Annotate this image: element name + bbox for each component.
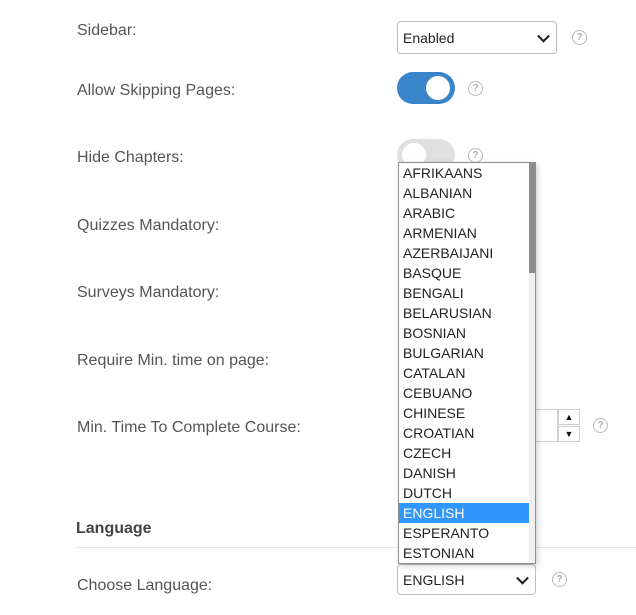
help-icon[interactable]: ?: [593, 418, 608, 433]
language-option[interactable]: CHINESE: [399, 403, 529, 423]
language-options: AFRIKAANS ALBANIAN ARABIC ARMENIAN AZERBAIJA…: [399, 163, 529, 563]
language-option[interactable]: AFRIKAANS: [399, 163, 529, 183]
language-option[interactable]: ESTONIAN: [399, 543, 529, 563]
language-option[interactable]: BENGALI: [399, 283, 529, 303]
quizzes-mandatory-label: Quizzes Mandatory:: [77, 217, 220, 234]
surveys-mandatory-label: Surveys Mandatory:: [77, 284, 220, 301]
language-option[interactable]: CZECH: [399, 443, 529, 463]
sidebar-select-value: Enabled: [403, 29, 455, 46]
hide-chapters-label: Hide Chapters:: [77, 149, 184, 166]
help-icon[interactable]: ?: [468, 148, 483, 163]
course-settings-page: Sidebar: Enabled ? Allow Skipping Pages:…: [0, 0, 636, 615]
language-option[interactable]: BELARUSIAN: [399, 303, 529, 323]
language-option[interactable]: DUTCH: [399, 483, 529, 503]
min-time-to-complete-label: Min. Time To Complete Course:: [77, 419, 301, 436]
allow-skipping-pages-toggle[interactable]: [397, 72, 455, 104]
sidebar-select[interactable]: Enabled: [397, 21, 557, 54]
help-icon[interactable]: ?: [552, 572, 567, 587]
allow-skipping-pages-label: Allow Skipping Pages:: [77, 82, 236, 99]
language-dropdown-list[interactable]: AFRIKAANS ALBANIAN ARABIC ARMENIAN AZERBAIJA…: [398, 162, 536, 564]
language-option[interactable]: CROATIAN: [399, 423, 529, 443]
language-option[interactable]: ENGLISH: [399, 503, 529, 523]
language-option[interactable]: BOSNIAN: [399, 323, 529, 343]
toggle-knob: [426, 76, 450, 100]
help-icon[interactable]: ?: [572, 30, 587, 45]
choose-language-label: Choose Language:: [77, 577, 213, 594]
section-divider: [76, 547, 636, 548]
language-section-title: Language: [76, 520, 152, 537]
chevron-down-icon: [537, 29, 550, 43]
language-option[interactable]: ARABIC: [399, 203, 529, 223]
language-option[interactable]: CATALAN: [399, 363, 529, 383]
require-min-time-label: Require Min. time on page:: [77, 352, 270, 369]
scrollbar-thumb[interactable]: [529, 163, 535, 273]
help-icon[interactable]: ?: [468, 81, 483, 96]
language-option[interactable]: ESPERANTO: [399, 523, 529, 543]
stepper-down-icon[interactable]: ▼: [558, 426, 580, 442]
language-select[interactable]: ENGLISH: [397, 564, 536, 595]
chevron-down-icon: [516, 571, 529, 585]
language-option[interactable]: DANISH: [399, 463, 529, 483]
language-option[interactable]: BULGARIAN: [399, 343, 529, 363]
language-select-value: ENGLISH: [403, 571, 465, 588]
sidebar-label: Sidebar:: [77, 22, 137, 39]
language-option[interactable]: AZERBAIJANI: [399, 243, 529, 263]
language-option[interactable]: CEBUANO: [399, 383, 529, 403]
language-option[interactable]: ARMENIAN: [399, 223, 529, 243]
language-option[interactable]: ALBANIAN: [399, 183, 529, 203]
stepper-up-icon[interactable]: ▲: [558, 409, 580, 425]
min-time-stepper[interactable]: ▲ ▼: [558, 409, 580, 442]
language-option[interactable]: BASQUE: [399, 263, 529, 283]
